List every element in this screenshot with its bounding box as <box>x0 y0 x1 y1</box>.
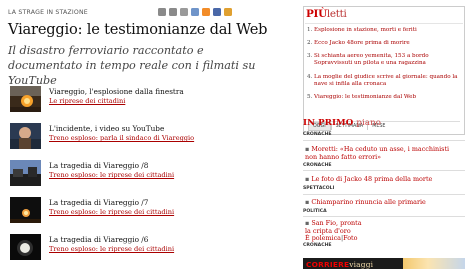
item-number: 3. <box>307 53 313 59</box>
in-primo-title-bold: IN PRIMO <box>303 118 354 128</box>
category-label: CRONACHE <box>303 163 332 168</box>
corriere-sub: viaggi <box>349 260 374 269</box>
category-label: SPETTACOLI <box>303 186 335 191</box>
video-link[interactable]: Le riprese dei cittadini <box>49 97 125 105</box>
category-label: CRONACHE <box>303 243 332 248</box>
divider <box>303 170 465 171</box>
item-link[interactable]: La moglie del giudice scrive al giornale… <box>314 74 458 88</box>
item-number: 4. <box>307 74 313 80</box>
most-read-box: PIÙletti 1. Esplosione in stazione, morti… <box>303 6 465 135</box>
facebook-icon[interactable] <box>213 8 221 16</box>
category-label: CRONACHE <box>303 132 332 137</box>
item-number: 2. <box>307 40 313 46</box>
news-link[interactable]: Le foto di Jacko 48 prima della morte <box>311 175 432 183</box>
text-size-icon[interactable] <box>180 8 188 16</box>
bookmark-icon[interactable] <box>191 8 199 16</box>
video-thumbnail[interactable] <box>10 86 41 112</box>
item-link[interactable]: Esplosione in stazione, morti e feriti <box>314 27 458 34</box>
item-number: 1. <box>307 27 313 33</box>
video-thumbnail[interactable] <box>10 123 41 149</box>
news-item[interactable]: ▪ Chiamparino rinuncia alle primarie <box>305 198 463 207</box>
video-link[interactable]: Treno esploso: le riprese dei cittadini <box>49 208 174 216</box>
category-label: POLITICA <box>303 209 327 214</box>
divider <box>303 216 465 217</box>
rss-icon[interactable] <box>202 8 210 16</box>
news-link[interactable]: Chiamparino rinuncia alle primarie <box>311 198 425 206</box>
share-icon[interactable] <box>224 8 232 16</box>
corriere-viaggi-banner[interactable]: CORRIEREviaggi <box>303 258 465 269</box>
in-primo-piano-title: IN PRIMO piano <box>303 118 465 128</box>
most-read-title: PIÙletti <box>306 8 347 20</box>
news-link[interactable]: Foto <box>343 234 357 242</box>
in-primo-piano: IN PRIMO piano CRONACHE ▪ Moretti: «Ha ce… <box>303 118 465 248</box>
video-item[interactable]: Viareggio, l'esplosione dalla finestra L… <box>10 86 270 112</box>
news-item[interactable]: ▪ Moretti: «Ha ceduto un asse, i macchini… <box>305 145 463 161</box>
item-link[interactable]: Viareggio: le testimonianze dal Web <box>314 94 458 101</box>
video-title[interactable]: La tragedia di Viareggio /7 <box>49 198 148 207</box>
banner-image <box>403 258 465 269</box>
envelope-icon[interactable] <box>158 8 166 16</box>
most-read-title-bold: PIÙ <box>306 8 327 20</box>
in-primo-title-light: piano <box>356 118 381 128</box>
divider <box>303 194 465 195</box>
print-icon[interactable] <box>169 8 177 16</box>
section-tag: LA STRAGE IN STAZIONE <box>8 9 88 16</box>
video-thumbnail[interactable] <box>10 160 41 186</box>
news-item[interactable]: ▪ San Fio, pronta la cripta d'oro <box>305 219 365 235</box>
video-item[interactable]: L'incidente, i video su YouTube Treno es… <box>10 123 270 149</box>
corriere-brand: CORRIERE <box>306 260 350 269</box>
video-title[interactable]: La tragedia di Viareggio /6 <box>49 235 148 244</box>
video-title[interactable]: L'incidente, i video su YouTube <box>49 124 164 133</box>
video-title[interactable]: La tragedia di Viareggio /8 <box>49 161 148 170</box>
article-headline: Viareggio: le testimonianze dal Web <box>8 21 268 38</box>
video-title[interactable]: Viareggio, l'esplosione dalla finestra <box>49 87 184 96</box>
news-link[interactable]: Moretti: «Ha ceduto un asse, i macchinis… <box>305 145 449 161</box>
video-thumbnail[interactable] <box>10 197 41 223</box>
video-link[interactable]: Treno esploso: parla il sindaco di Viare… <box>49 134 194 142</box>
news-link[interactable]: San Fio, pronta la cripta d'oro <box>305 219 362 235</box>
most-read-title-light: letti <box>326 8 347 20</box>
news-link[interactable]: È polemica <box>305 234 341 242</box>
corriere-viaggi-logo: CORRIEREviaggi <box>306 260 373 269</box>
divider <box>305 23 463 24</box>
divider <box>303 140 465 141</box>
video-item[interactable]: La tragedia di Viareggio /6 Treno esplos… <box>10 234 270 260</box>
share-toolbar <box>158 8 232 16</box>
item-link[interactable]: Ecco Jacko 48ore prima di morire <box>314 40 458 47</box>
video-link[interactable]: Treno esploso: le riprese dei cittadini <box>49 245 174 253</box>
item-link[interactable]: Si schianta aereo yemenita, 153 a bordo … <box>314 53 458 67</box>
item-number: 5. <box>307 94 313 100</box>
news-item[interactable]: ▪ Le foto di Jacko 48 prima della morte <box>305 175 463 184</box>
main-article: LA STRAGE IN STAZIONE Viareggio: le test… <box>8 9 278 88</box>
bullet-icon: ▪ <box>305 198 310 206</box>
sidebar: PIÙletti 1. Esplosione in stazione, morti… <box>303 6 465 135</box>
video-link[interactable]: Treno esploso: le riprese dei cittadini <box>49 171 174 179</box>
video-thumbnail[interactable] <box>10 234 41 260</box>
video-item[interactable]: La tragedia di Viareggio /8 Treno esplos… <box>10 160 270 186</box>
news-extra-links: È polemica|Foto <box>305 234 463 243</box>
video-item[interactable]: La tragedia di Viareggio /7 Treno esplos… <box>10 197 270 223</box>
article-subhead: Il disastro ferroviario raccontato e doc… <box>8 44 256 87</box>
bullet-icon: ▪ <box>305 175 310 183</box>
